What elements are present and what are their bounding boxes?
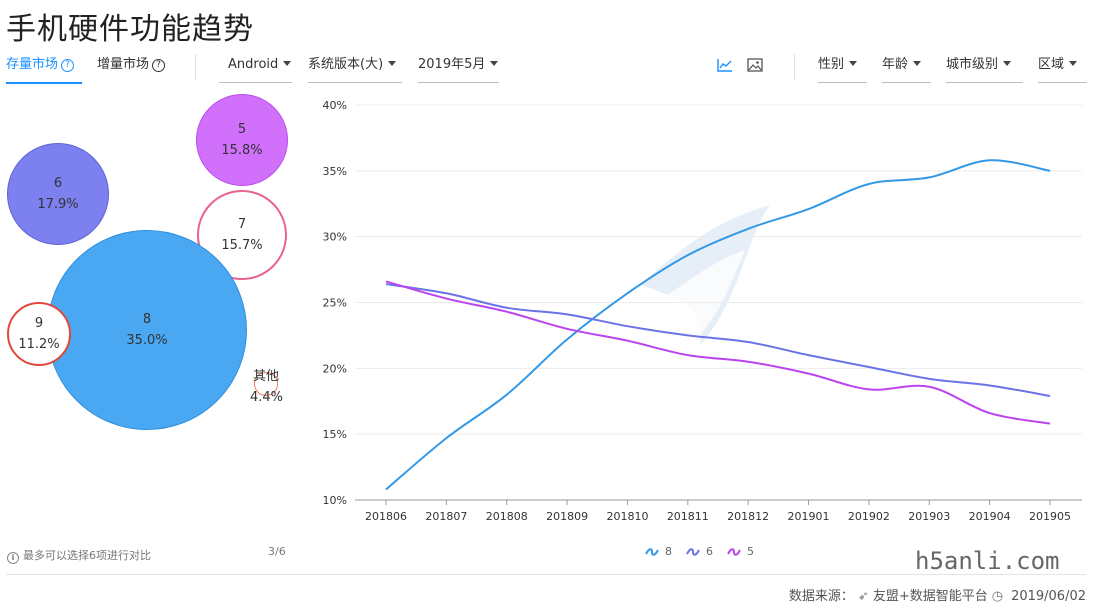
wave-icon (686, 547, 700, 556)
x-tick-label: 201812 (727, 510, 769, 523)
x-tick-label: 201811 (667, 510, 709, 523)
legend-label: 8 (665, 545, 672, 558)
wave-icon (645, 547, 659, 556)
watermark-text: h5anli.com (915, 547, 1060, 575)
x-tick-label: 201810 (606, 510, 648, 523)
data-source: 数据来源： ➶ 友盟+数据智能平台 ◷ 2019/06/02 (789, 585, 1086, 604)
x-tick-label: 201809 (546, 510, 588, 523)
x-tick-label: 201807 (425, 510, 467, 523)
legend-label: 5 (747, 545, 754, 558)
y-tick-label: 35% (323, 165, 347, 178)
y-tick-label: 15% (323, 428, 347, 441)
umeng-logo-icon: ➶ (857, 589, 869, 604)
line-chart: 10% 15% 20% 25% 30% 35% 40% 201806 201807 201808 2… (323, 99, 1082, 523)
x-tick-label: 201901 (788, 510, 830, 523)
source-label: 数据来源： (788, 589, 854, 604)
x-tick-label: 201806 (365, 510, 407, 523)
clock-icon: ◷ (991, 589, 1004, 604)
footer-divider (6, 574, 1086, 575)
info-icon: i (7, 552, 19, 564)
x-tick-label: 201904 (969, 510, 1011, 523)
x-tick-label: 201903 (908, 510, 950, 523)
wave-icon (727, 547, 741, 556)
y-tick-label: 40% (323, 99, 347, 112)
series-line-8 (385, 159, 1051, 491)
watermark-logo (640, 205, 770, 345)
x-tick-label: 201808 (486, 510, 528, 523)
hint-text: 最多可以选择6项进行对比 (23, 549, 151, 562)
x-tick-label: 201905 (1029, 510, 1071, 523)
x-tick-label: 201902 (848, 510, 890, 523)
y-tick-label: 20% (323, 362, 347, 375)
legend-item[interactable]: 5 (727, 545, 754, 558)
legend-label: 6 (706, 545, 713, 558)
page-count: 3/6 (268, 545, 286, 558)
source-provider: 友盟+数据智能平台 (872, 589, 988, 604)
y-tick-label: 25% (323, 297, 347, 310)
y-tick-label: 30% (323, 231, 347, 244)
legend-item[interactable]: 8 (645, 545, 672, 558)
chart-legend: 8 6 5 (645, 545, 754, 558)
y-tick-label: 10% (323, 494, 347, 507)
legend-item[interactable]: 6 (686, 545, 713, 558)
source-date: 2019/06/02 (1011, 589, 1086, 604)
selection-hint: i 最多可以选择6项进行对比 (7, 547, 151, 564)
